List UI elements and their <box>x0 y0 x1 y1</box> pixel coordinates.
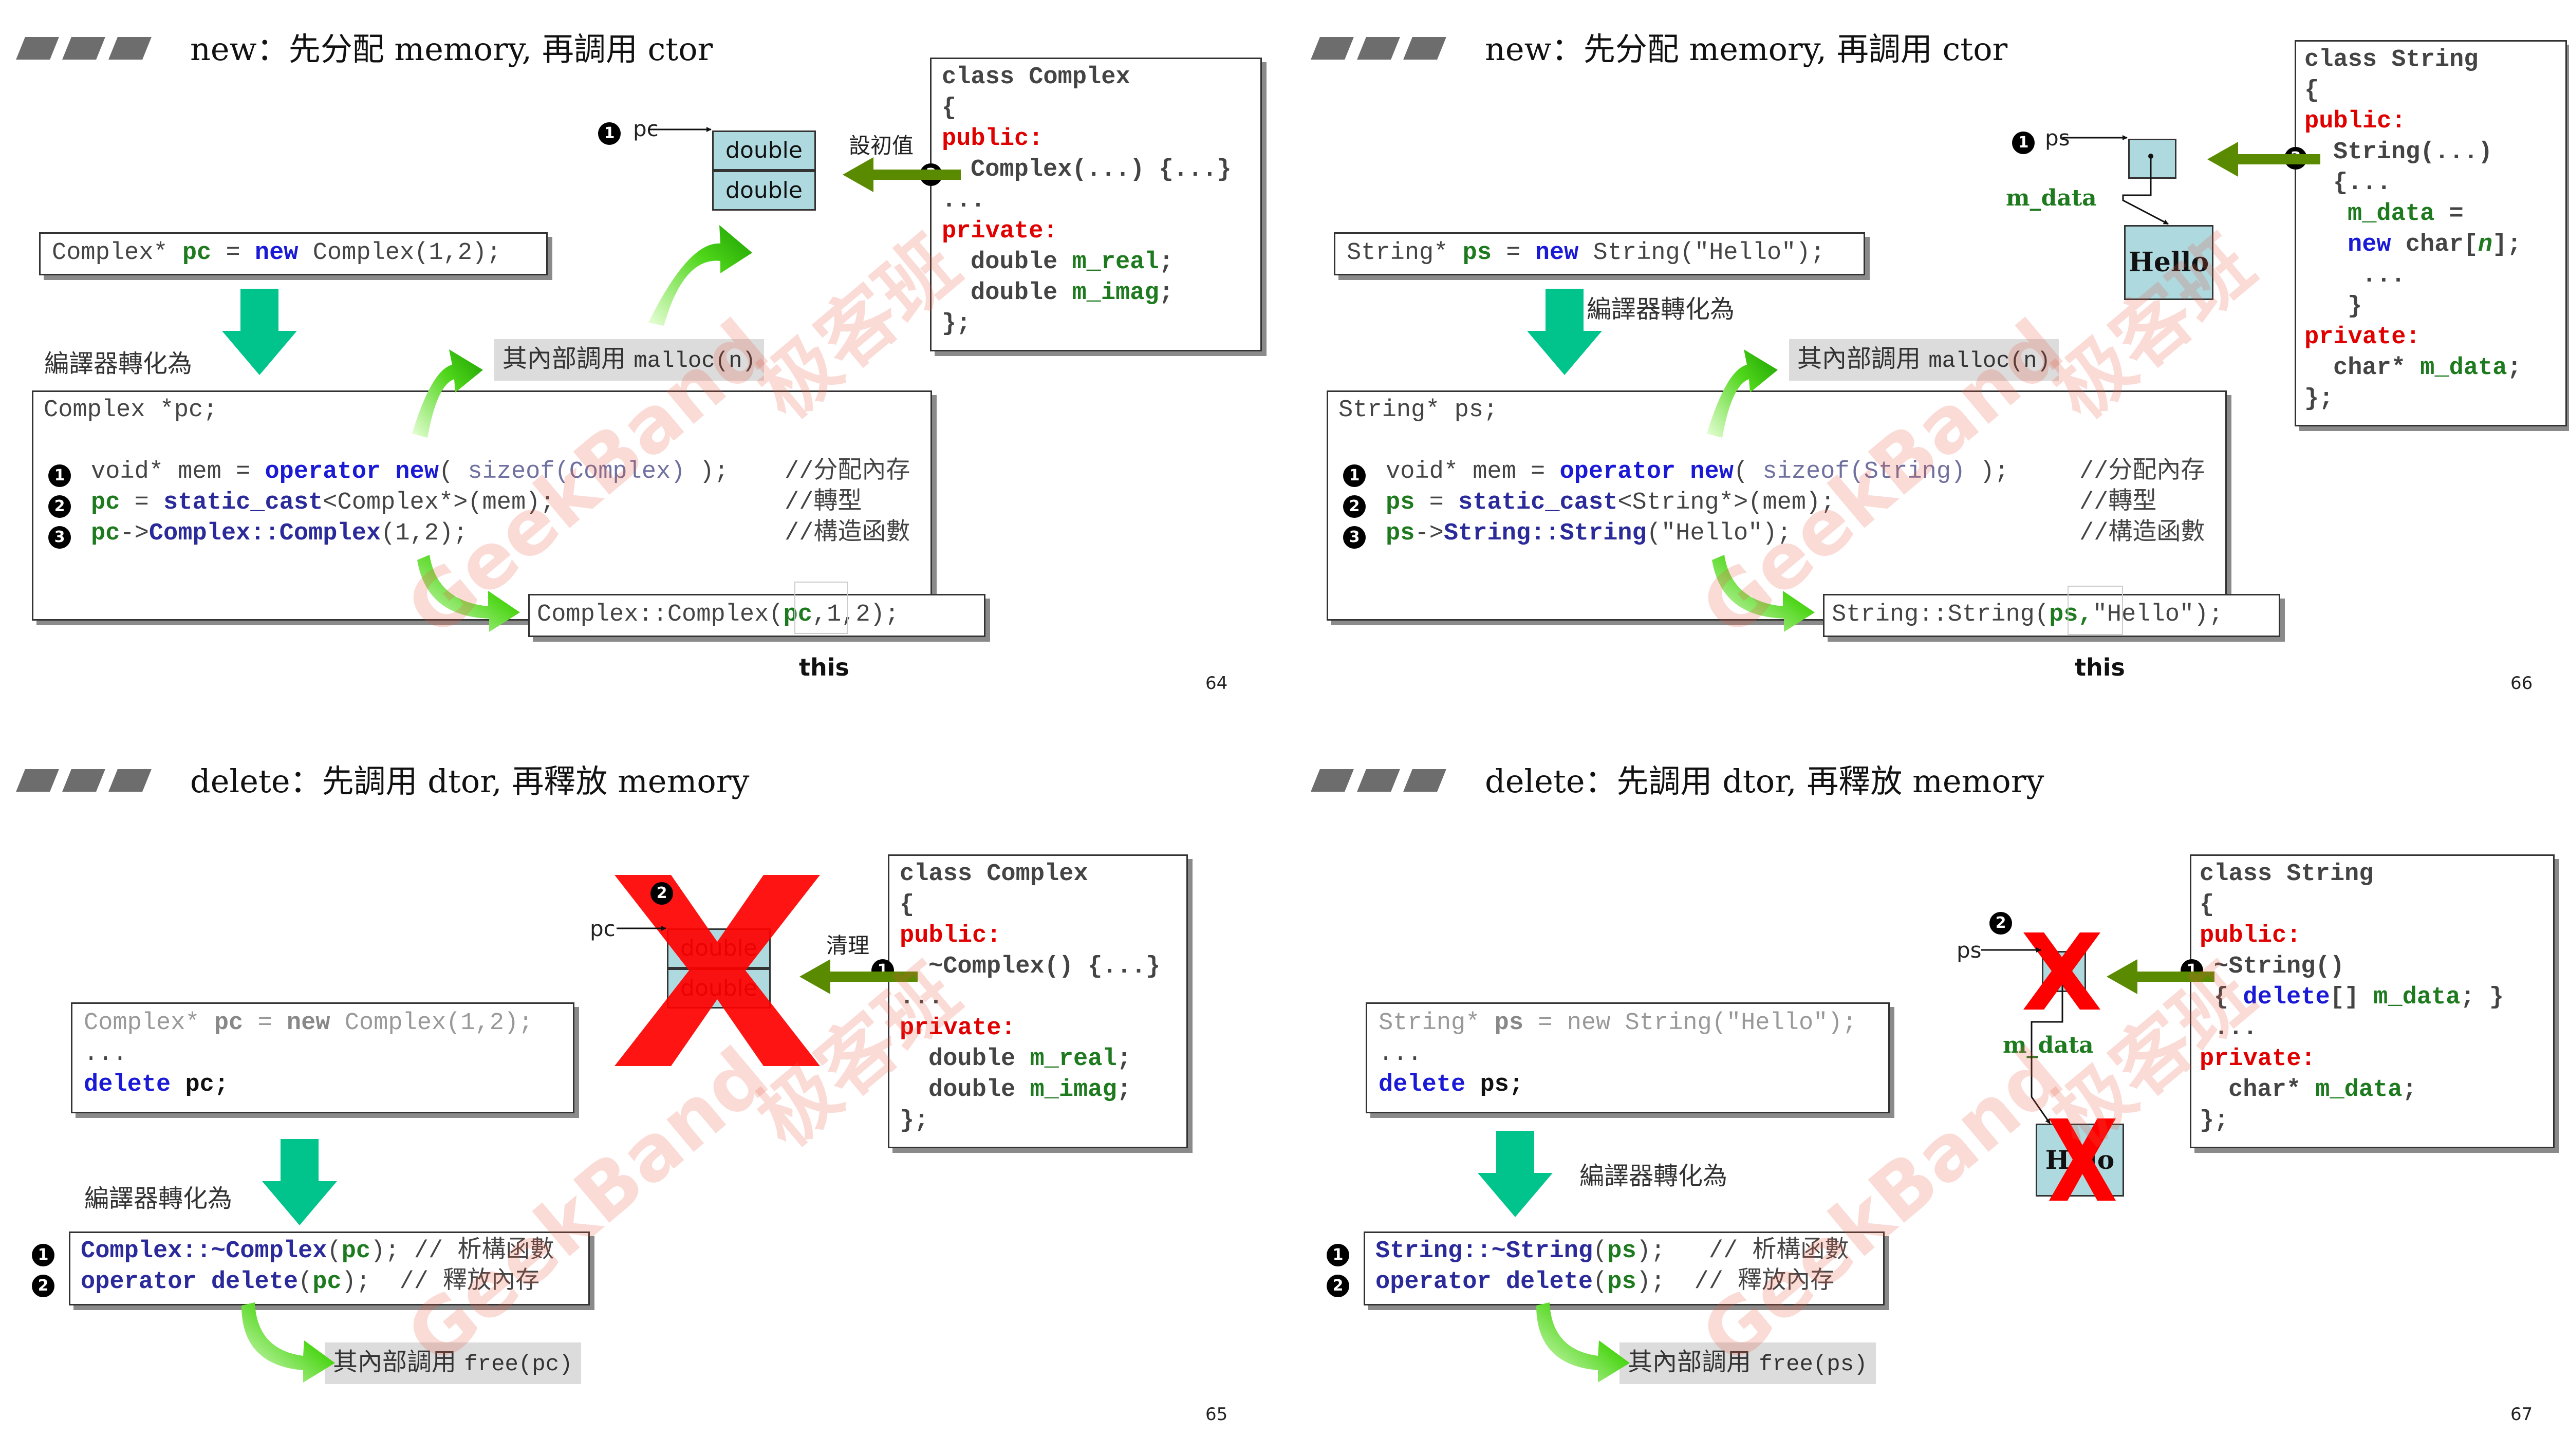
page-number: 65 <box>1205 1404 1228 1425</box>
green-curved-arrow-icon <box>241 1302 335 1383</box>
green-left-arrow-icon <box>843 157 961 192</box>
green-left-arrow-icon <box>799 959 918 994</box>
green-left-arrow-icon <box>2207 142 2320 177</box>
green-curved-arrow-icon <box>412 349 483 438</box>
green-curved-arrow-icon <box>1707 349 1778 438</box>
green-curved-arrow-icon <box>417 555 520 632</box>
slide-64: new：先分配 memory, 再調用 ctor Complex* pc = n… <box>0 0 1295 728</box>
green-left-arrow-icon <box>2107 959 2214 994</box>
slide-65-connectors <box>241 926 918 1383</box>
green-curved-arrow-icon <box>1536 1302 1630 1383</box>
page-number: 64 <box>1205 673 1228 694</box>
green-curved-arrow-icon <box>648 225 752 326</box>
slide-64-connectors <box>412 127 961 632</box>
slide-67-connectors <box>1536 947 2214 1383</box>
slide-66: new：先分配 memory, 再調用 ctor String* ps = ne… <box>1295 0 2569 728</box>
slide-65: delete：先調用 dtor, 再釋放 memory Complex* pc … <box>0 728 1295 1456</box>
page-number: 66 <box>2510 673 2533 694</box>
green-curved-arrow-icon <box>1712 555 1815 632</box>
page-number: 67 <box>2510 1404 2533 1425</box>
slide-66-connectors <box>1707 135 2320 632</box>
slide-67: delete：先調用 dtor, 再釋放 memory String* ps =… <box>1295 728 2569 1456</box>
